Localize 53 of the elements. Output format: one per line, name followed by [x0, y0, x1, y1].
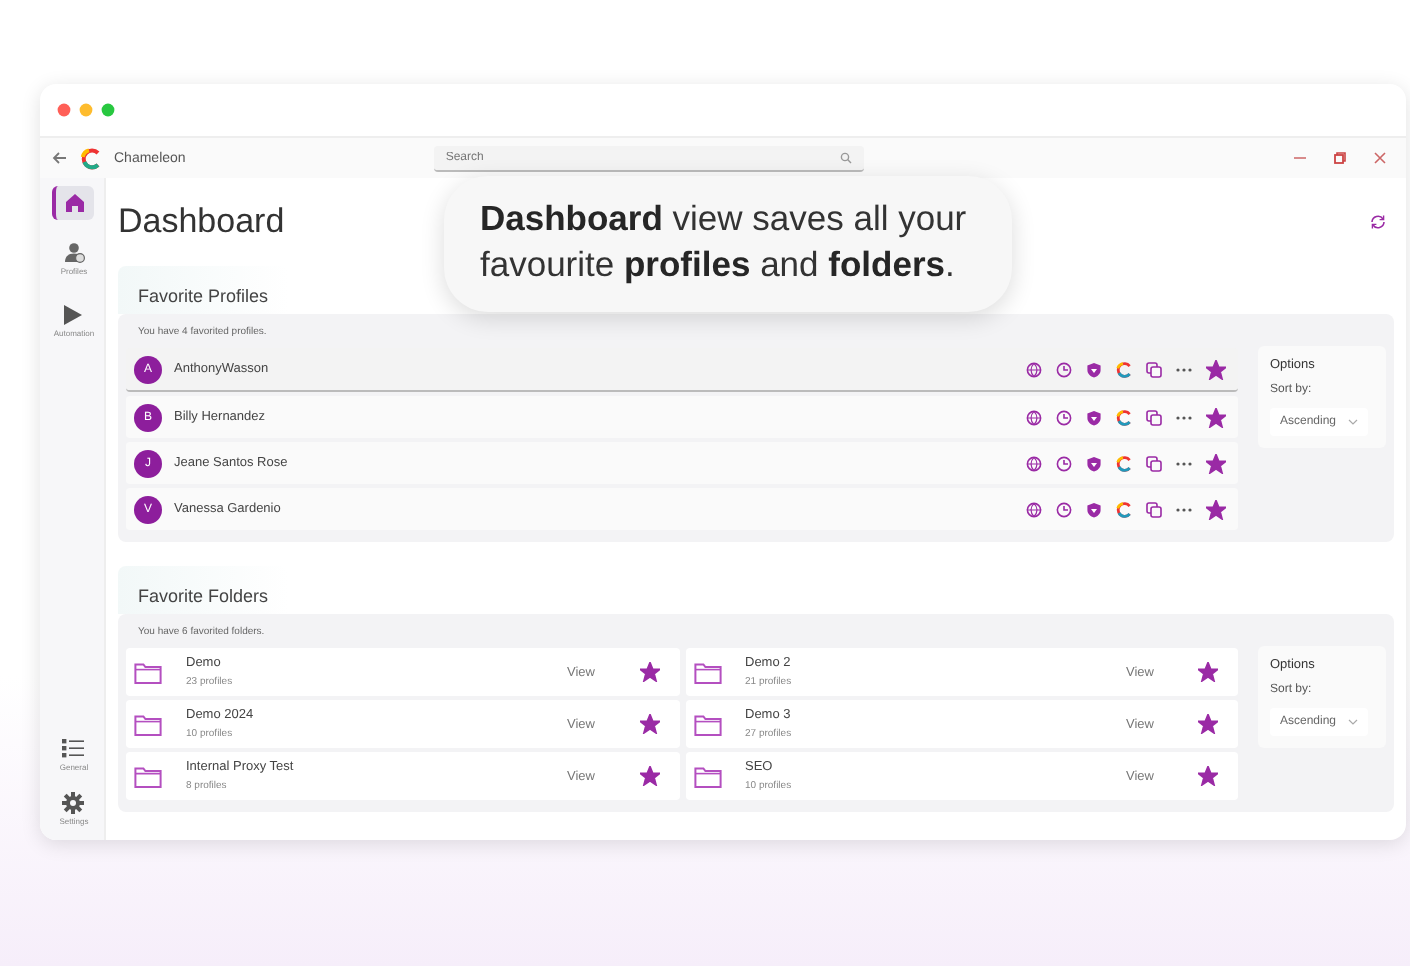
folder-icon — [693, 661, 721, 683]
star-icon[interactable] — [639, 714, 659, 734]
chevron-down-icon — [1348, 418, 1359, 426]
page-title: Dashboard — [118, 202, 285, 242]
shield-icon[interactable] — [1086, 501, 1102, 517]
color-c-icon[interactable] — [1116, 361, 1132, 377]
app-logo-icon[interactable] — [80, 147, 102, 169]
folder-icon — [693, 765, 721, 787]
globe-icon[interactable] — [1026, 361, 1042, 377]
copy-icon[interactable] — [1146, 455, 1162, 471]
clock-icon[interactable] — [1056, 455, 1072, 471]
globe-icon[interactable] — [1026, 409, 1042, 425]
play-icon — [62, 304, 85, 326]
home-icon — [63, 192, 85, 214]
star-icon[interactable] — [639, 662, 659, 682]
color-c-icon[interactable] — [1116, 455, 1132, 471]
globe-icon[interactable] — [1026, 501, 1042, 517]
star-icon[interactable] — [1206, 499, 1226, 519]
star-icon[interactable] — [1198, 714, 1218, 734]
gear-icon — [62, 792, 85, 814]
folder-icon — [134, 765, 162, 787]
color-c-icon[interactable] — [1116, 501, 1132, 517]
star-icon[interactable] — [1206, 453, 1226, 473]
copy-icon[interactable] — [1146, 409, 1162, 425]
clock-icon[interactable] — [1056, 501, 1072, 517]
clock-icon[interactable] — [1056, 409, 1072, 425]
restore-icon[interactable] — [1334, 152, 1346, 164]
folder-icon — [134, 661, 162, 683]
star-icon[interactable] — [1206, 407, 1226, 427]
search-icon[interactable] — [839, 152, 852, 164]
chevron-down-icon — [1348, 718, 1359, 726]
star-icon[interactable] — [1198, 662, 1218, 682]
refresh-icon[interactable] — [1370, 214, 1386, 230]
back-arrow-icon[interactable] — [52, 150, 68, 166]
star-icon[interactable] — [639, 766, 659, 786]
clock-icon[interactable] — [1056, 361, 1072, 377]
window-dots-icon[interactable] — [56, 102, 116, 118]
shield-icon[interactable] — [1086, 409, 1102, 425]
list-icon — [62, 738, 85, 760]
color-c-icon[interactable] — [1116, 409, 1132, 425]
star-icon[interactable] — [1198, 766, 1218, 786]
shield-icon[interactable] — [1086, 455, 1102, 471]
folder-icon — [134, 713, 162, 735]
sidebar-item[interactable] — [51, 186, 93, 220]
callout-text: Dashboard view saves all your favourite profiles and folders. — [444, 176, 1012, 312]
shield-icon[interactable] — [1086, 361, 1102, 377]
folder-icon — [693, 713, 721, 735]
copy-icon[interactable] — [1146, 501, 1162, 517]
profiles-icon — [63, 242, 85, 264]
close-icon[interactable] — [1374, 152, 1386, 164]
star-icon[interactable] — [1206, 359, 1226, 379]
copy-icon[interactable] — [1146, 361, 1162, 377]
globe-icon[interactable] — [1026, 455, 1042, 471]
